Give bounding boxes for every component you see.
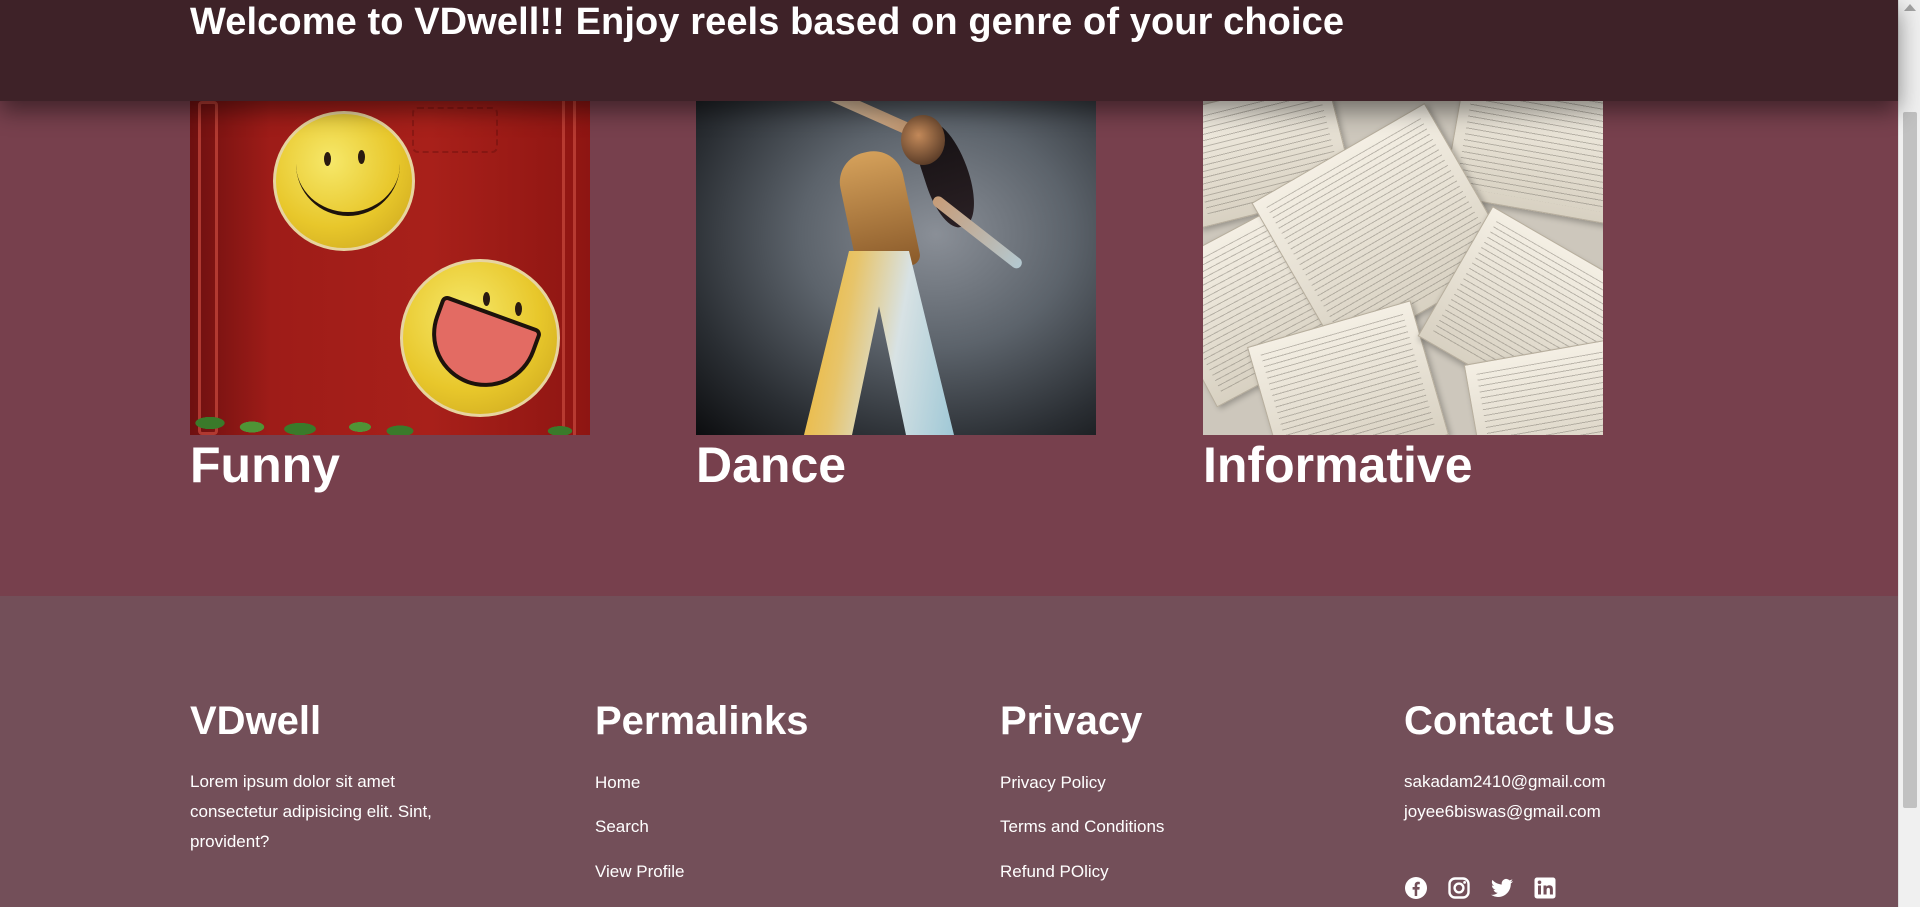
genre-card-dance[interactable]: Dance [696, 101, 1096, 494]
contact-email[interactable]: sakadam2410@gmail.com [1404, 767, 1606, 797]
genre-image-dance[interactable] [696, 101, 1096, 435]
scrollbar-thumb[interactable] [1903, 112, 1917, 808]
genre-section: Funny Dance Informative [0, 101, 1898, 596]
site-footer: VDwell Lorem ipsum dolor sit amet consec… [0, 596, 1898, 907]
image-decoration [901, 115, 945, 165]
page-title: Welcome to VDwell!! Enjoy reels based on… [190, 1, 1345, 43]
facebook-icon[interactable] [1404, 876, 1428, 900]
image-decoration [804, 251, 954, 435]
genre-label[interactable]: Funny [190, 436, 590, 494]
genre-label[interactable]: Dance [696, 436, 1096, 494]
leaves-decoration [190, 383, 590, 435]
footer-link-search[interactable]: Search [595, 816, 649, 838]
genre-image-informative[interactable] [1203, 101, 1603, 435]
footer-link-refund-policy[interactable]: Refund POlicy [1000, 861, 1109, 883]
twitter-icon[interactable] [1490, 876, 1514, 900]
page-scrollbar[interactable] [1898, 0, 1920, 907]
contact-email[interactable]: joyee6biswas@gmail.com [1404, 797, 1601, 827]
image-decoration [412, 107, 498, 153]
genre-label[interactable]: Informative [1203, 436, 1603, 494]
footer-permalinks-title: Permalinks [595, 699, 809, 743]
footer-contact-title: Contact Us [1404, 699, 1616, 743]
footer-link-privacy-policy[interactable]: Privacy Policy [1000, 772, 1106, 794]
footer-description: provident? [190, 832, 270, 851]
linkedin-icon[interactable] [1533, 876, 1557, 900]
genre-card-informative[interactable]: Informative [1203, 101, 1603, 494]
footer-link-terms[interactable]: Terms and Conditions [1000, 816, 1164, 838]
smiley-face-icon [273, 111, 415, 251]
footer-description: consectetur adipisicing elit. Sint, [190, 802, 432, 821]
footer-link-home[interactable]: Home [595, 772, 640, 794]
image-decoration [930, 194, 1025, 271]
footer-description: Lorem ipsum dolor sit amet [190, 772, 396, 791]
footer-link-view-profile[interactable]: View Profile [595, 861, 684, 883]
genre-image-funny[interactable] [190, 101, 590, 435]
instagram-icon[interactable] [1447, 876, 1471, 900]
scroll-up-arrow-icon[interactable] [1904, 4, 1916, 11]
site-header: Welcome to VDwell!! Enjoy reels based on… [0, 0, 1898, 101]
footer-privacy-title: Privacy [1000, 699, 1143, 743]
genre-card-funny[interactable]: Funny [190, 101, 590, 494]
footer-brand-title: VDwell [190, 699, 322, 743]
